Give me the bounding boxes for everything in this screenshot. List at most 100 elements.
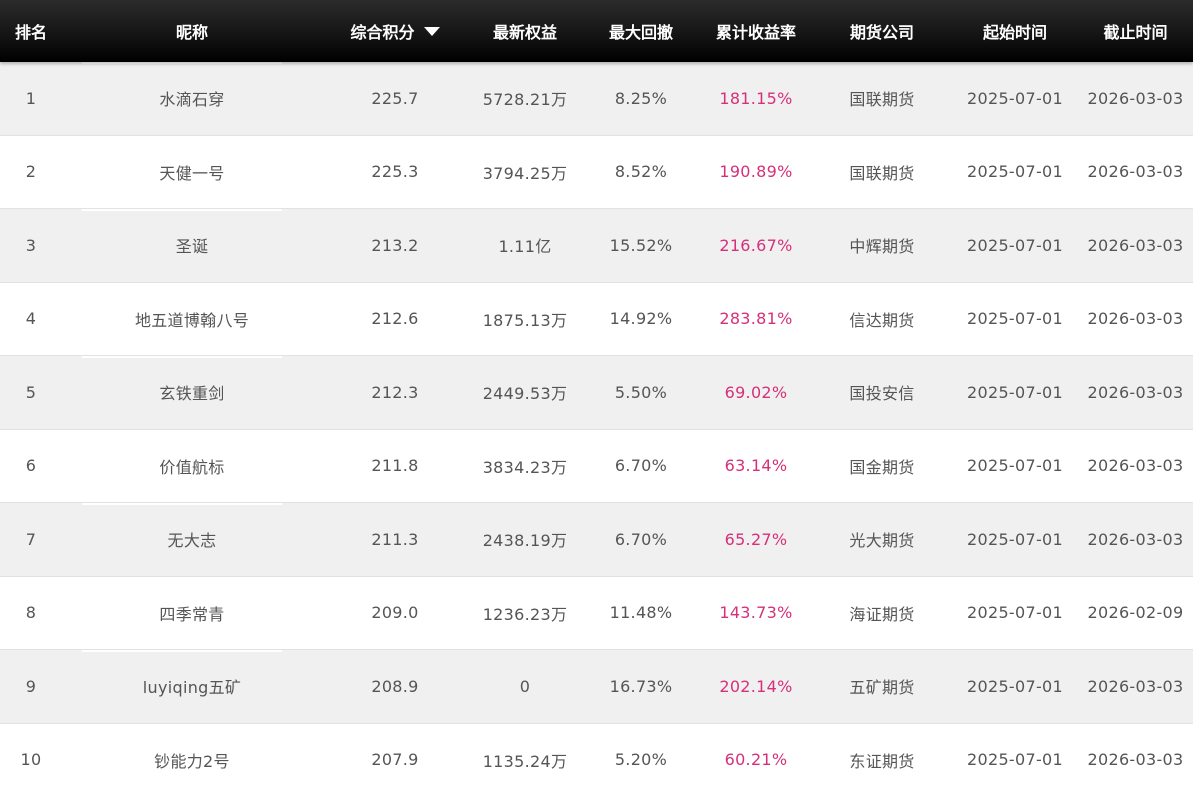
header-company[interactable]: 期货公司 (812, 0, 952, 62)
table-row[interactable]: 7 无大志 211.3 2438.19万 6.70% 65.27% 光大期货 2… (0, 503, 1193, 577)
nickname-cell[interactable]: luyiqing五矿 (62, 650, 322, 723)
row-divider (82, 429, 282, 432)
row-divider (82, 135, 282, 138)
row-divider (82, 209, 282, 211)
end-date-cell: 2026-03-03 (1087, 456, 1184, 476)
score-cell: 208.9 (371, 676, 419, 696)
end-date-cell: 2026-02-09 (1087, 603, 1184, 623)
return-cell: 63.14% (724, 456, 788, 476)
row-divider (82, 576, 282, 579)
start-date-cell: 2025-07-01 (967, 162, 1063, 182)
nickname-cell[interactable]: 玄铁重剑 (62, 356, 322, 429)
table-row[interactable]: 3 圣诞 213.2 1.11亿 15.52% 216.67% 中辉期货 202… (0, 209, 1193, 283)
rank-cell: 2 (25, 162, 37, 182)
drawdown-cell: 15.52% (609, 235, 673, 255)
company-cell: 信达期货 (849, 310, 915, 330)
rank-cell: 8 (25, 603, 37, 623)
start-date-cell: 2025-07-01 (967, 529, 1063, 549)
nickname-cell[interactable]: 水滴石穿 (62, 62, 322, 135)
company-cell: 国联期货 (849, 90, 915, 110)
header-equity[interactable]: 最新权益 (468, 0, 582, 62)
end-date-cell: 2026-03-03 (1087, 529, 1184, 549)
row-divider (82, 503, 282, 505)
end-date-cell: 2026-03-03 (1087, 750, 1184, 770)
nickname-cell[interactable]: 四季常青 (62, 577, 322, 650)
table-row[interactable]: 5 玄铁重剑 212.3 2449.53万 5.50% 69.02% 国投安信 … (0, 356, 1193, 430)
nickname-cell[interactable]: 天健一号 (62, 136, 322, 209)
drawdown-cell: 5.20% (614, 750, 668, 770)
company-cell: 国金期货 (849, 457, 915, 477)
nickname-cell[interactable]: 价值航标 (62, 430, 322, 503)
equity-cell: 1.11亿 (498, 237, 552, 257)
company-cell: 中辉期货 (849, 237, 915, 257)
rank-cell: 6 (25, 456, 37, 476)
equity-cell: 1236.23万 (482, 604, 568, 624)
end-date-cell: 2026-03-03 (1087, 162, 1184, 182)
table-row[interactable]: 4 地五道博翰八号 212.6 1875.13万 14.92% 283.81% … (0, 282, 1193, 356)
end-date-cell: 2026-03-03 (1087, 676, 1184, 696)
table-body: 1 水滴石穿 225.7 5728.21万 8.25% 181.15% 国联期货… (0, 62, 1193, 793)
header-start-date[interactable]: 起始时间 (952, 0, 1078, 62)
return-cell: 283.81% (719, 309, 793, 329)
header-drawdown[interactable]: 最大回撤 (582, 0, 700, 62)
nickname-cell[interactable]: 圣诞 (62, 209, 322, 282)
ranking-table: 排名 昵称 综合积分 最新权益 最大回撤 累计收益率 期货公司 起始时间 截止时… (0, 0, 1193, 793)
company-cell: 国投安信 (849, 384, 915, 404)
header-nickname[interactable]: 昵称 (62, 0, 322, 62)
return-cell: 60.21% (724, 750, 788, 770)
drawdown-cell: 8.25% (614, 88, 668, 108)
table-row[interactable]: 1 水滴石穿 225.7 5728.21万 8.25% 181.15% 国联期货… (0, 62, 1193, 136)
header-rank[interactable]: 排名 (0, 0, 62, 62)
return-cell: 143.73% (719, 603, 793, 623)
equity-cell: 3794.25万 (482, 163, 568, 183)
end-date-cell: 2026-03-03 (1087, 382, 1184, 402)
rank-cell: 1 (25, 88, 37, 108)
start-date-cell: 2025-07-01 (967, 382, 1063, 402)
table-row[interactable]: 8 四季常青 209.0 1236.23万 11.48% 143.73% 海证期… (0, 576, 1193, 650)
equity-cell: 1135.24万 (482, 751, 568, 771)
company-cell: 东证期货 (849, 751, 915, 771)
drawdown-cell: 11.48% (609, 603, 673, 623)
equity-cell: 2449.53万 (482, 384, 568, 404)
company-cell: 五矿期货 (849, 678, 915, 698)
rank-cell: 10 (20, 750, 42, 770)
return-cell: 202.14% (719, 676, 793, 696)
start-date-cell: 2025-07-01 (967, 603, 1063, 623)
rank-cell: 3 (25, 235, 37, 255)
return-cell: 65.27% (724, 529, 788, 549)
header-score[interactable]: 综合积分 (322, 0, 468, 62)
equity-cell: 3834.23万 (482, 457, 568, 477)
table-row[interactable]: 10 钞能力2号 207.9 1135.24万 5.20% 60.21% 东证期… (0, 723, 1193, 793)
return-cell: 69.02% (724, 382, 788, 402)
rank-cell: 9 (25, 676, 37, 696)
equity-cell: 5728.21万 (482, 90, 568, 110)
score-cell: 211.3 (371, 529, 419, 549)
nickname-cell[interactable]: 无大志 (62, 503, 322, 576)
caret-down-icon[interactable] (423, 27, 440, 36)
rank-cell: 7 (25, 529, 37, 549)
score-cell: 207.9 (371, 750, 419, 770)
end-date-cell: 2026-03-03 (1087, 88, 1184, 108)
row-divider (82, 650, 282, 652)
drawdown-cell: 6.70% (614, 456, 668, 476)
drawdown-cell: 14.92% (609, 309, 673, 329)
table-row[interactable]: 6 价值航标 211.8 3834.23万 6.70% 63.14% 国金期货 … (0, 429, 1193, 503)
end-date-cell: 2026-03-03 (1087, 309, 1184, 329)
table-header: 排名 昵称 综合积分 最新权益 最大回撤 累计收益率 期货公司 起始时间 截止时… (0, 0, 1193, 62)
row-divider (82, 282, 282, 285)
row-divider (82, 723, 282, 726)
start-date-cell: 2025-07-01 (967, 676, 1063, 696)
header-end-date[interactable]: 截止时间 (1078, 0, 1193, 62)
company-cell: 海证期货 (849, 604, 915, 624)
drawdown-cell: 5.50% (614, 382, 668, 402)
nickname-cell[interactable]: 钞能力2号 (62, 724, 322, 793)
return-cell: 190.89% (719, 162, 793, 182)
row-divider (82, 356, 282, 358)
start-date-cell: 2025-07-01 (967, 456, 1063, 476)
nickname-cell[interactable]: 地五道博翰八号 (62, 283, 322, 356)
header-return[interactable]: 累计收益率 (700, 0, 812, 62)
table-row[interactable]: 9 luyiqing五矿 208.9 0 16.73% 202.14% 五矿期货… (0, 650, 1193, 724)
score-cell: 209.0 (371, 603, 419, 623)
table-row[interactable]: 2 天健一号 225.3 3794.25万 8.52% 190.89% 国联期货… (0, 135, 1193, 209)
start-date-cell: 2025-07-01 (967, 309, 1063, 329)
